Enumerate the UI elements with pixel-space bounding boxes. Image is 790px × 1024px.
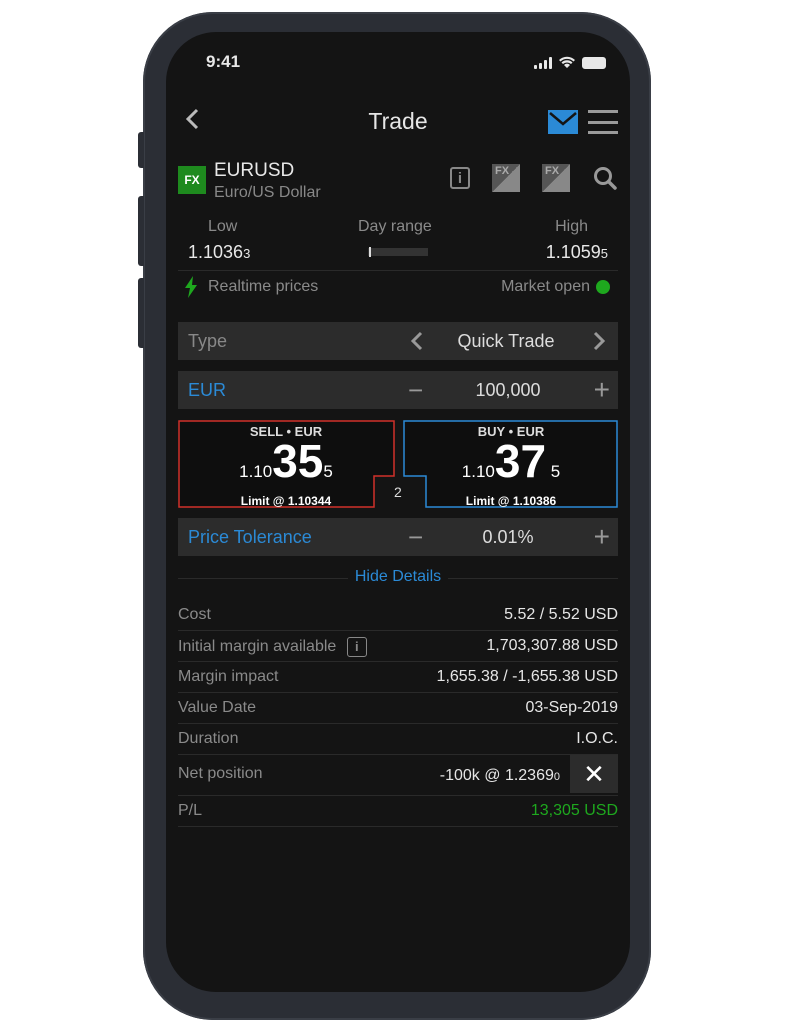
menu-button[interactable] bbox=[588, 110, 618, 134]
amount-row: EUR − 100,000 + bbox=[178, 371, 618, 409]
detail-row-pl: P/L 13,305 USD bbox=[178, 796, 618, 827]
net-position-value: -100k @ 1.23690 bbox=[439, 767, 560, 784]
detail-row-margin-impact: Margin impact 1,655.38 / -1,655.38 USD bbox=[178, 662, 618, 693]
envelope-icon bbox=[549, 112, 577, 126]
increase-tolerance-button[interactable]: + bbox=[594, 521, 610, 553]
divider bbox=[178, 578, 348, 579]
instrument-name: Euro/US Dollar bbox=[214, 184, 321, 201]
day-range-bar bbox=[368, 247, 428, 257]
feed-status: Realtime prices Market open bbox=[178, 276, 618, 302]
close-position-button[interactable]: ✕ bbox=[570, 755, 618, 793]
buy-price: 1.1037 5 bbox=[461, 435, 561, 487]
search-icon[interactable] bbox=[592, 165, 618, 191]
detail-row-cost: Cost 5.52 / 5.52 USD bbox=[178, 600, 618, 631]
hide-details-toggle[interactable]: Hide Details bbox=[178, 568, 618, 588]
nav-bar: Trade bbox=[166, 102, 630, 142]
day-range-marker bbox=[369, 247, 372, 257]
amount-input[interactable]: 100,000 bbox=[428, 380, 588, 401]
sell-price: 1.10355 bbox=[239, 435, 333, 487]
order-type-value: Quick Trade bbox=[457, 330, 555, 351]
tolerance-input[interactable]: 0.01% bbox=[428, 527, 588, 548]
messages-button[interactable] bbox=[548, 110, 578, 134]
instrument-symbol: EURUSD bbox=[214, 160, 295, 181]
tolerance-label: Price Tolerance bbox=[188, 526, 312, 547]
status-time: 9:41 bbox=[206, 52, 241, 71]
day-range-label: Day range bbox=[358, 218, 432, 235]
divider bbox=[178, 270, 618, 271]
close-icon: ✕ bbox=[583, 758, 605, 789]
price-tolerance-row: Price Tolerance − 0.01% + bbox=[178, 518, 618, 556]
type-label: Type bbox=[188, 330, 228, 351]
order-type-row: Type Quick Trade bbox=[178, 322, 618, 360]
fx-badge: FX bbox=[178, 166, 206, 194]
sell-button[interactable]: SELL • EUR 1.10355 Limit @ 1.10344 bbox=[178, 420, 394, 508]
battery-icon bbox=[582, 56, 606, 69]
day-range: Low 1.10363 Day range High 1.10595 bbox=[178, 218, 618, 268]
decrease-amount-button[interactable]: − bbox=[408, 375, 423, 406]
app-screen: 9:41 Trade FX EURUSD Euro/US Dollar i FX… bbox=[166, 32, 630, 992]
detail-row-net-position: Net position -100k @ 1.23690 ✕ bbox=[178, 755, 618, 796]
instrument-header: FX EURUSD Euro/US Dollar i FX FX bbox=[178, 160, 618, 210]
status-bar: 9:41 bbox=[166, 32, 630, 88]
realtime-label: Realtime prices bbox=[208, 278, 319, 295]
info-icon[interactable]: i bbox=[346, 637, 367, 657]
wifi-icon bbox=[559, 56, 575, 68]
fx-option-icon[interactable]: FX bbox=[542, 164, 570, 192]
volume-up-button bbox=[138, 196, 144, 266]
fx-forward-icon[interactable]: FX bbox=[492, 164, 520, 192]
detail-row-initial-margin: Initial margin available i 1,703,307.88 … bbox=[178, 631, 618, 662]
info-icon[interactable]: i bbox=[450, 167, 470, 189]
currency-label: EUR bbox=[188, 379, 227, 400]
divider bbox=[448, 578, 618, 579]
market-open-dot bbox=[596, 279, 610, 294]
detail-row-duration: Duration I.O.C. bbox=[178, 724, 618, 755]
high-label: High bbox=[555, 218, 588, 235]
mute-switch bbox=[138, 132, 144, 168]
increase-amount-button[interactable]: + bbox=[594, 374, 610, 406]
signal-icon bbox=[534, 56, 552, 69]
hide-details-link[interactable]: Hide Details bbox=[355, 568, 441, 585]
hamburger-icon bbox=[588, 110, 618, 113]
decrease-tolerance-button[interactable]: − bbox=[408, 522, 423, 553]
spread-value: 2 bbox=[394, 484, 402, 500]
lightning-icon bbox=[185, 276, 197, 298]
detail-row-value-date: Value Date 03-Sep-2019 bbox=[178, 693, 618, 724]
low-value: 1.10363 bbox=[188, 242, 251, 262]
sell-limit: Limit @ 1.10344 bbox=[240, 494, 332, 508]
volume-down-button bbox=[138, 278, 144, 348]
chevron-left-icon[interactable] bbox=[410, 330, 424, 352]
buy-button[interactable]: BUY • EUR 1.1037 5 Limit @ 1.10386 bbox=[404, 420, 618, 508]
buy-limit: Limit @ 1.10386 bbox=[465, 494, 557, 508]
chevron-right-icon[interactable] bbox=[592, 330, 606, 352]
market-status: Market open bbox=[501, 278, 610, 296]
high-value: 1.10595 bbox=[545, 242, 608, 262]
low-label: Low bbox=[208, 218, 238, 235]
